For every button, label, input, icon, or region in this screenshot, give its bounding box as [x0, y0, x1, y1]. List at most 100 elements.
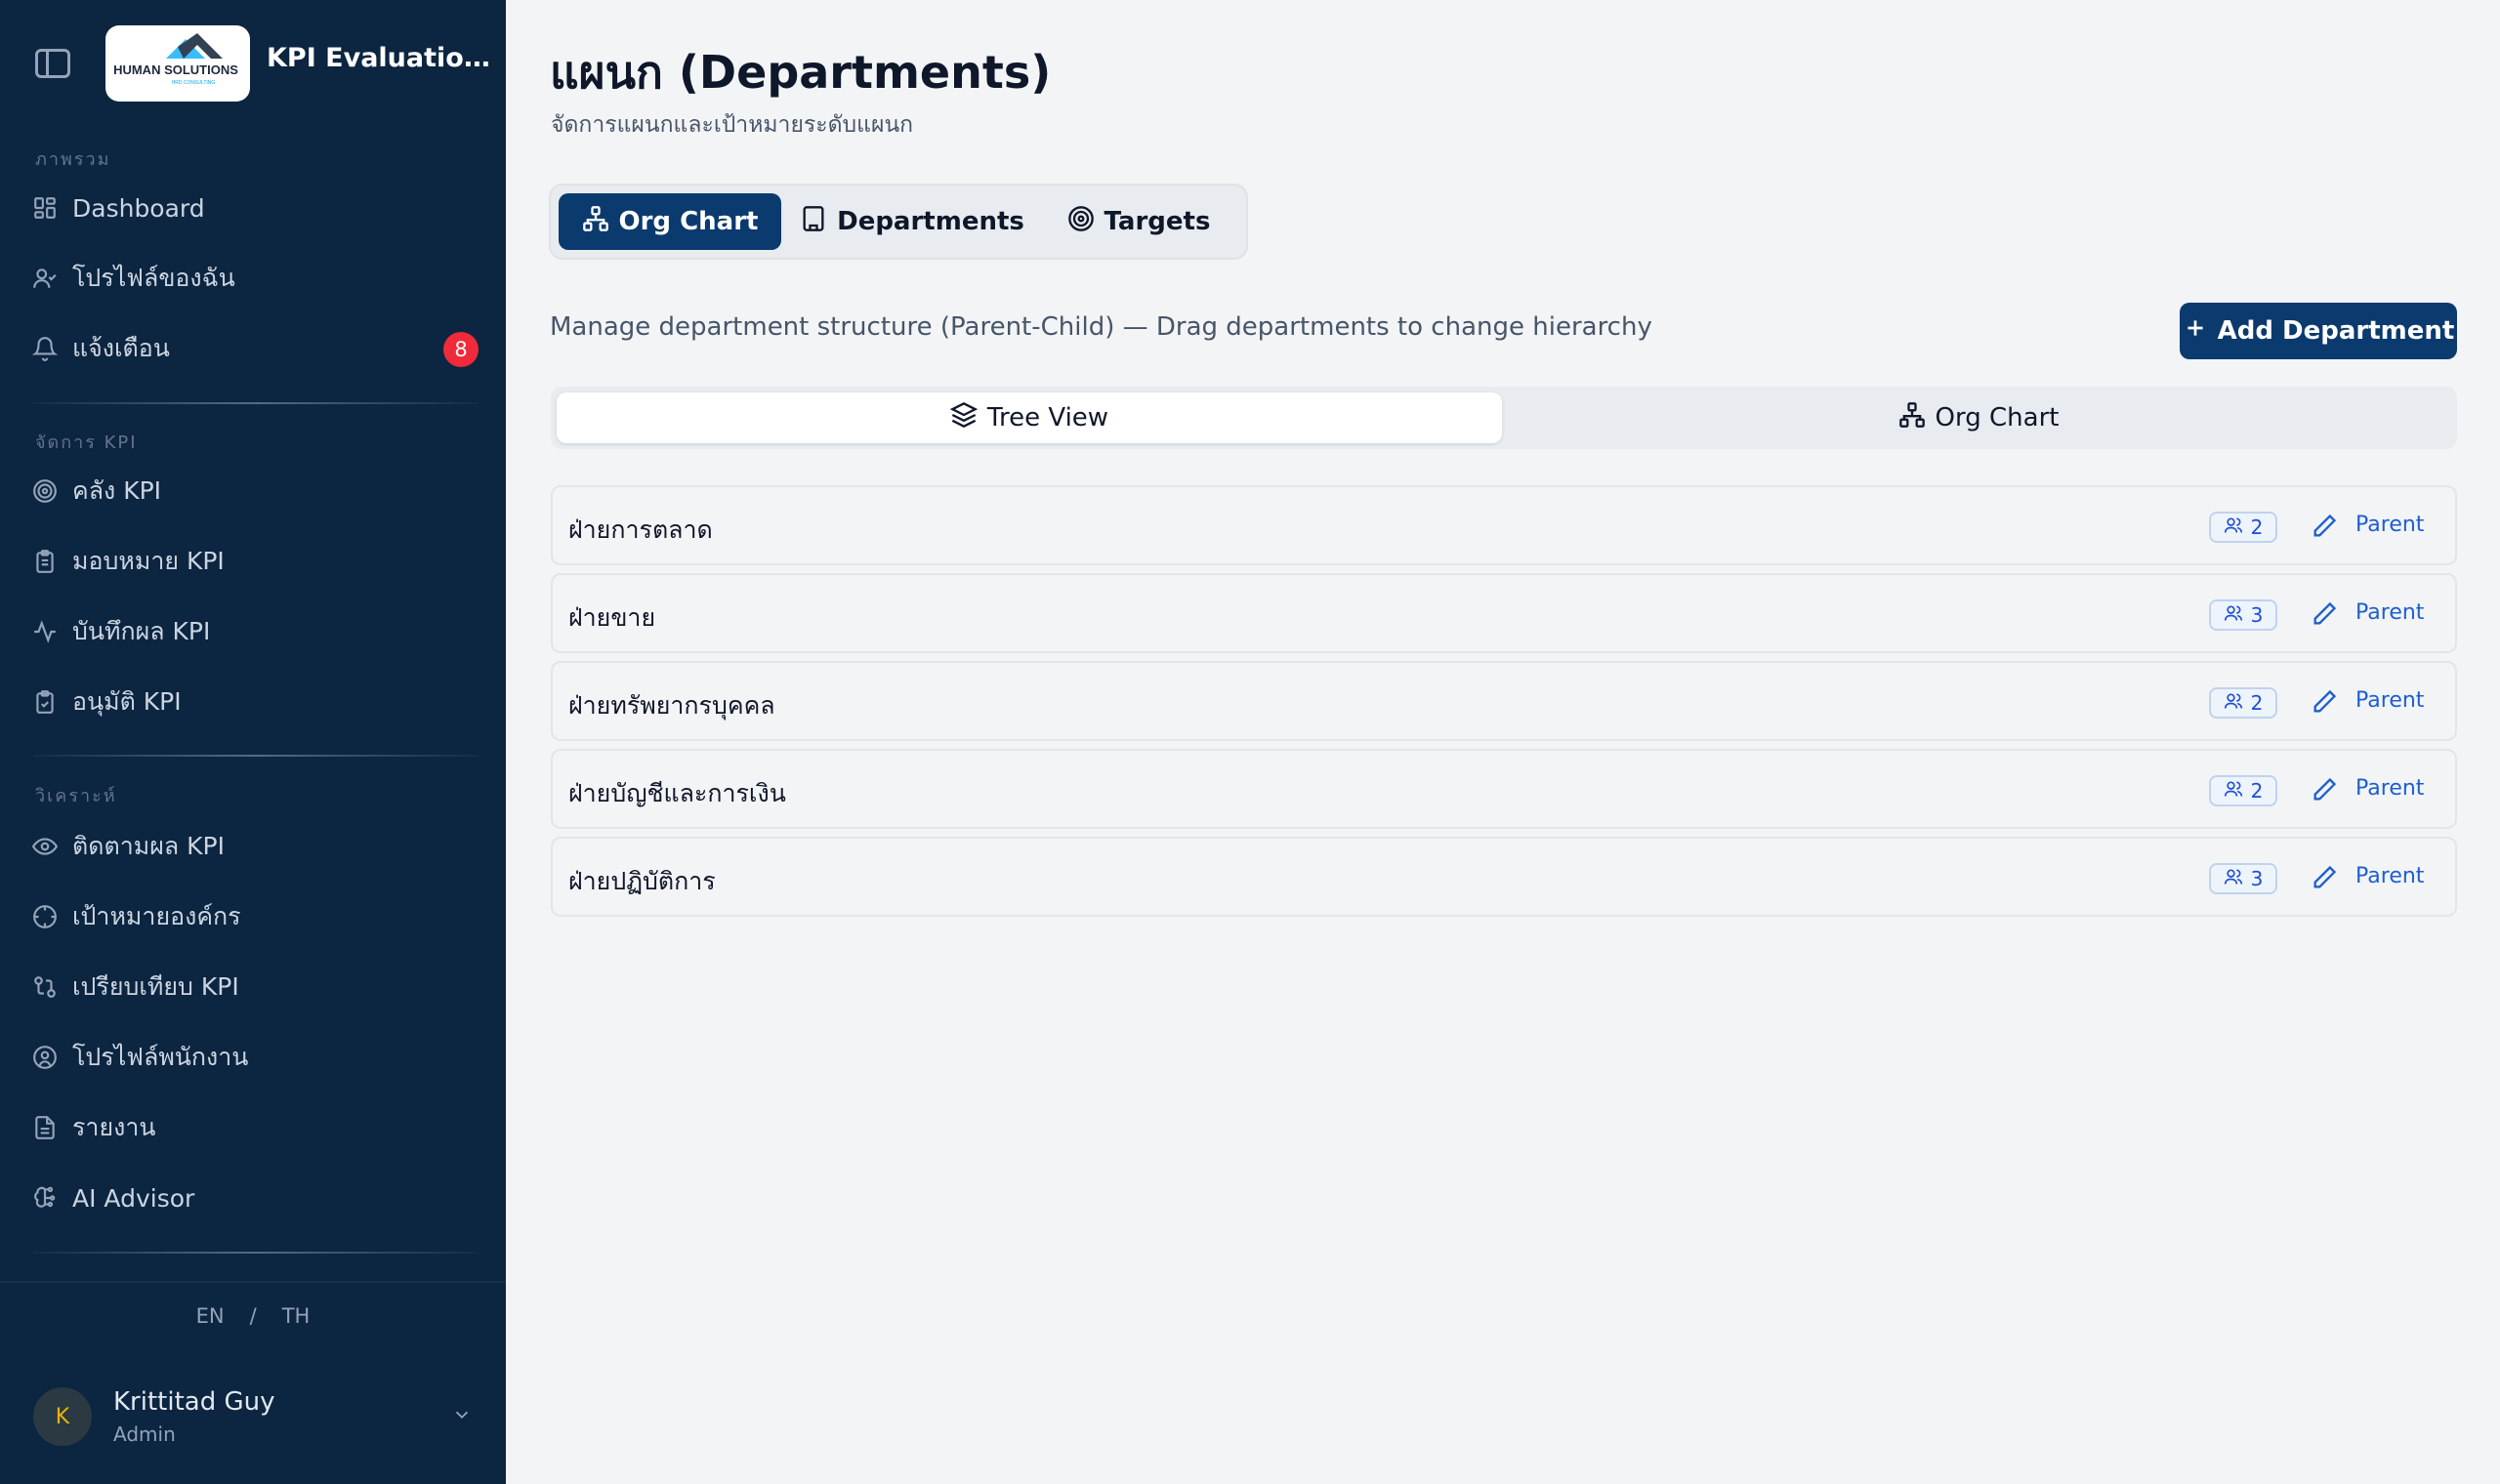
org-chart-view-toggle[interactable]: Org Chart	[1506, 392, 2451, 443]
user-role: Admin	[113, 1422, 176, 1446]
parent-link[interactable]: Parent	[2355, 513, 2424, 537]
crosshair-icon	[27, 899, 62, 934]
chevron-down-icon[interactable]	[451, 1404, 473, 1429]
company-logo: HUMAN SOLUTIONS HRD CONSULTING	[105, 25, 250, 102]
sidebar-item-label: โปรไฟล์ของฉัน	[72, 264, 235, 292]
file-text-icon	[27, 1110, 62, 1145]
department-name: ฝ่ายปฏิบัติการ	[568, 867, 716, 895]
sidebar-item-record-kpi[interactable]: บันทึกผล KPI	[23, 603, 482, 660]
department-row[interactable]: ฝ่ายปฏิบัติการ 3 Parent	[551, 837, 2457, 917]
sidebar-item-employee-profile[interactable]: โปรไฟล์พนักงาน	[23, 1029, 482, 1086]
edit-pencil-icon[interactable]	[2307, 772, 2342, 807]
sidebar-item-label: แจ้งเตือน	[72, 334, 170, 362]
member-count: 3	[2250, 603, 2264, 627]
department-name: ฝ่ายการตลาด	[568, 515, 713, 544]
sidebar-item-reports[interactable]: รายงาน	[23, 1099, 482, 1156]
department-name: ฝ่ายทรัพยากรบุคคล	[568, 691, 775, 720]
department-row[interactable]: ฝ่ายบัญชีและการเงิน 2 Parent	[551, 749, 2457, 829]
tab-departments[interactable]: Departments	[795, 193, 1029, 250]
sidebar-item-label: เปรียบเทียบ KPI	[72, 972, 239, 1001]
edit-pencil-icon[interactable]	[2307, 509, 2342, 544]
activity-icon	[27, 614, 62, 649]
tab-targets[interactable]: Targets	[1043, 193, 1234, 250]
sidebar-item-org-goals[interactable]: เป้าหมายองค์กร	[23, 888, 482, 945]
tree-view-toggle[interactable]: Tree View	[557, 392, 1502, 443]
dashboard-icon	[27, 190, 62, 226]
tab-bar: Org Chart Departments Targets	[549, 184, 1248, 260]
parent-link[interactable]: Parent	[2355, 864, 2424, 888]
page-subtitle: จัดการแผนกและเป้าหมายระดับแผนก	[551, 112, 914, 138]
target-icon	[27, 474, 62, 509]
brain-icon	[27, 1180, 62, 1216]
building-icon	[800, 205, 827, 239]
department-name: ฝ่ายบัญชีและการเงิน	[568, 779, 786, 807]
sidebar-divider	[33, 755, 479, 757]
layers-icon	[949, 401, 979, 435]
sidebar-item-label: อนุมัติ KPI	[72, 687, 182, 716]
sidebar-item-dashboard[interactable]: Dashboard	[23, 180, 482, 236]
notification-count-badge: 8	[443, 332, 479, 367]
sidebar-item-compare-kpi[interactable]: เปรียบเทียบ KPI	[23, 959, 482, 1015]
users-icon	[2224, 691, 2243, 716]
compare-icon	[27, 969, 62, 1005]
sidebar-item-approve-kpi[interactable]: อนุมัติ KPI	[23, 674, 482, 730]
lang-th-button[interactable]: TH	[282, 1304, 311, 1328]
member-count: 2	[2250, 515, 2264, 539]
footer-divider	[0, 1281, 506, 1283]
parent-link[interactable]: Parent	[2355, 776, 2424, 801]
tab-label: Org Chart	[618, 207, 759, 236]
add-department-label: Add Department	[2217, 316, 2455, 346]
eye-icon	[27, 829, 62, 864]
sidebar: HUMAN SOLUTIONS HRD CONSULTING KPI Evalu…	[0, 0, 506, 1484]
edit-pencil-icon[interactable]	[2307, 597, 2342, 632]
member-count-badge: 2	[2209, 512, 2277, 543]
bell-icon	[27, 331, 62, 366]
department-row[interactable]: ฝ่ายการตลาด 2 Parent	[551, 485, 2457, 565]
section-label-analytics: วิเคราะห์	[35, 786, 117, 806]
member-count: 2	[2250, 691, 2264, 715]
sidebar-item-label: มอบหมาย KPI	[72, 547, 225, 575]
department-name: ฝ่ายขาย	[568, 603, 656, 632]
user-menu[interactable]: K Krittitad Guy Admin	[33, 1384, 473, 1449]
clipboard-check-icon	[27, 684, 62, 720]
sidebar-item-my-profile[interactable]: โปรไฟล์ของฉัน	[23, 250, 482, 307]
avatar: K	[33, 1387, 92, 1446]
lang-en-button[interactable]: EN	[196, 1304, 225, 1328]
sidebar-item-label: บันทึกผล KPI	[72, 617, 211, 645]
users-icon	[2224, 867, 2243, 891]
sidebar-item-label: รายงาน	[72, 1113, 156, 1141]
sidebar-item-ai-advisor[interactable]: AI Advisor	[23, 1170, 482, 1226]
lang-separator: /	[249, 1304, 257, 1328]
sidebar-item-label: เป้าหมายองค์กร	[72, 902, 241, 930]
sidebar-item-track-kpi[interactable]: ติดตามผล KPI	[23, 818, 482, 875]
plus-icon	[2183, 315, 2208, 348]
user-name: Krittitad Guy	[113, 1387, 275, 1417]
sidebar-item-label: ติดตามผล KPI	[72, 832, 225, 860]
member-count-badge: 3	[2209, 599, 2277, 631]
tab-label: Targets	[1104, 207, 1211, 236]
svg-text:HRD CONSULTING: HRD CONSULTING	[172, 80, 216, 86]
parent-link[interactable]: Parent	[2355, 600, 2424, 625]
section-description: Manage department structure (Parent-Chil…	[550, 312, 1652, 342]
user-icon	[27, 261, 62, 296]
sidebar-item-notifications[interactable]: แจ้งเตือน 8	[23, 320, 482, 377]
parent-link[interactable]: Parent	[2355, 688, 2424, 713]
sidebar-toggle-icon[interactable]	[35, 49, 70, 78]
sidebar-item-label: AI Advisor	[72, 1183, 195, 1213]
member-count-badge: 3	[2209, 863, 2277, 894]
users-icon	[2224, 779, 2243, 804]
view-toggle: Tree View Org Chart	[551, 387, 2457, 449]
org-chart-icon	[582, 205, 609, 239]
edit-pencil-icon[interactable]	[2307, 860, 2342, 895]
tab-org-chart[interactable]: Org Chart	[559, 193, 781, 250]
department-row[interactable]: ฝ่ายขาย 3 Parent	[551, 573, 2457, 653]
users-icon	[2224, 603, 2243, 628]
sidebar-item-label: โปรไฟล์พนักงาน	[72, 1043, 249, 1071]
edit-pencil-icon[interactable]	[2307, 684, 2342, 720]
department-row[interactable]: ฝ่ายทรัพยากรบุคคล 2 Parent	[551, 661, 2457, 741]
sidebar-item-assign-kpi[interactable]: มอบหมาย KPI	[23, 533, 482, 590]
org-chart-view-label: Org Chart	[1935, 403, 2060, 433]
member-count-badge: 2	[2209, 687, 2277, 719]
add-department-button[interactable]: Add Department	[2180, 303, 2457, 359]
sidebar-item-kpi-library[interactable]: คลัง KPI	[23, 463, 482, 519]
